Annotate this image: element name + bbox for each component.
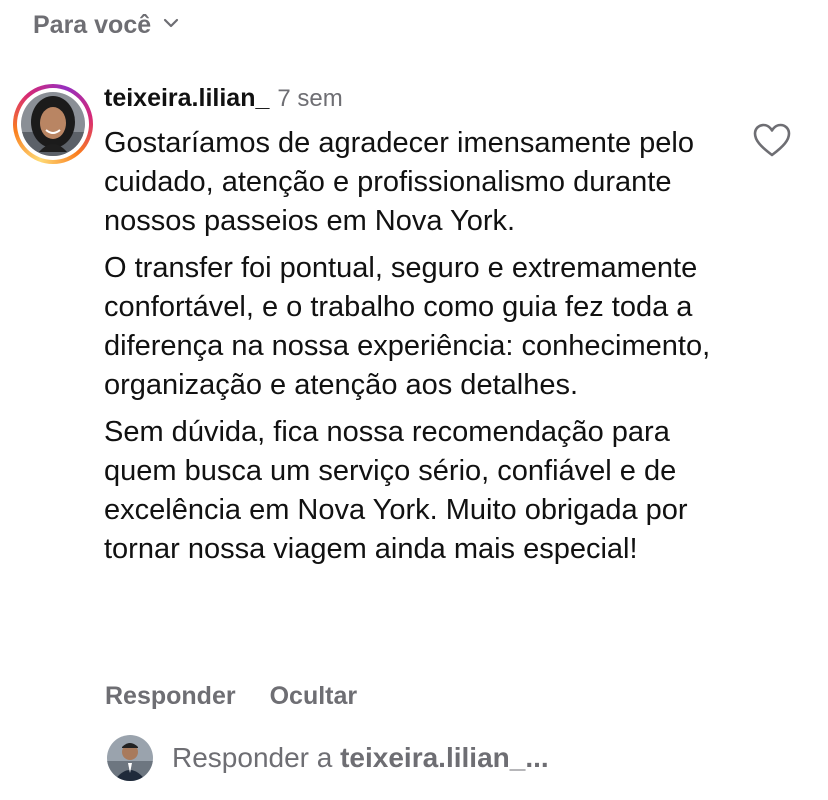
reply-target: teixeira.lilian_... [340,742,549,773]
filter-dropdown[interactable]: Para você [33,8,181,42]
comment-paragraph: Gostaríamos de agradecer imensamente pel… [104,127,694,237]
reply-input[interactable]: Responder a teixeira.lilian_... [172,738,812,778]
chevron-down-icon [161,11,181,40]
comment-timestamp: 7 sem [277,85,343,112]
my-avatar [107,735,153,781]
comment-actions: Responder Ocultar [105,682,357,711]
comment-paragraph: Sem dúvida, fica nossa recomendação para… [104,416,688,565]
hide-button[interactable]: Ocultar [270,682,358,711]
avatar-photo [21,92,85,156]
comment-paragraph: O transfer foi pontual, seguro e extrema… [104,252,711,401]
comment-header: teixeira.lilian_ 7 sem [104,84,343,118]
heart-icon[interactable] [752,122,792,158]
comment-username[interactable]: teixeira.lilian_ [104,84,269,113]
reply-prefix: Responder a [172,742,341,773]
comment-body: Gostaríamos de agradecer imensamente pel… [104,124,744,577]
reply-button[interactable]: Responder [105,682,236,711]
filter-label: Para você [33,10,152,39]
commenter-avatar[interactable] [13,84,93,164]
